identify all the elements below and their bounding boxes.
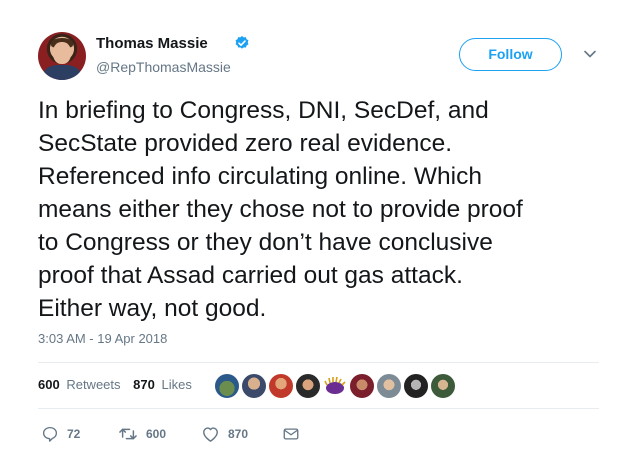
liker-avatar[interactable] [349, 373, 375, 399]
retweet-button[interactable]: 600 [118, 423, 166, 445]
tweet-text-line: proof that Assad carried out gas attack. [38, 262, 463, 289]
porcupine-logo-icon [324, 376, 346, 394]
envelope-icon [283, 428, 299, 440]
liker-avatar[interactable] [430, 373, 456, 399]
engagement-stats: 600 Retweets 870 Likes [38, 377, 192, 392]
liker-avatar[interactable] [241, 373, 267, 399]
reply-button[interactable]: 72 [41, 423, 80, 445]
tweet-card: Thomas Massie @RepThomasMassie Follow In… [0, 0, 636, 470]
divider [38, 408, 599, 409]
direct-message-button[interactable] [282, 423, 300, 445]
liker-avatar[interactable] [403, 373, 429, 399]
author-display-name[interactable]: Thomas Massie [96, 35, 208, 52]
tweet-text-line: Either way, not good. [38, 295, 267, 322]
tweet-text-line: SecState provided zero real evidence. [38, 130, 453, 157]
liker-avatar[interactable] [268, 373, 294, 399]
retweet-icon [119, 428, 137, 440]
retweets-label[interactable]: Retweets [66, 377, 120, 392]
liker-avatar[interactable] [376, 373, 402, 399]
author-handle[interactable]: @RepThomasMassie [96, 59, 231, 75]
reply-icon [42, 426, 58, 442]
retweets-count[interactable]: 600 [38, 377, 60, 392]
liker-avatar[interactable] [214, 373, 240, 399]
heart-icon [203, 427, 218, 442]
follow-button[interactable]: Follow [459, 38, 562, 71]
tweet-text-line: In briefing to Congress, DNI, SecDef, an… [38, 97, 489, 124]
like-count: 870 [228, 427, 249, 441]
tweet-text-line: Referenced info circulating online. Whic… [38, 163, 482, 190]
verified-badge-icon [235, 36, 249, 49]
liker-avatar[interactable] [322, 373, 348, 399]
tweet-text-line: to Congress or they don’t have conclusiv… [38, 229, 493, 256]
chevron-down-icon[interactable] [583, 49, 597, 59]
reply-count: 72 [67, 427, 81, 441]
like-button[interactable]: 870 [201, 423, 248, 445]
likes-count[interactable]: 870 [133, 377, 155, 392]
tweet-timestamp[interactable]: 3:03 AM - 19 Apr 2018 [38, 331, 167, 346]
author-avatar[interactable] [38, 32, 86, 80]
retweet-count: 600 [146, 427, 167, 441]
divider [38, 362, 599, 363]
tweet-text: In briefing to Congress, DNI, SecDef, an… [38, 94, 608, 325]
liker-avatar[interactable] [295, 373, 321, 399]
tweet-text-line: means either they chose not to provide p… [38, 196, 523, 223]
likes-label[interactable]: Likes [161, 377, 191, 392]
